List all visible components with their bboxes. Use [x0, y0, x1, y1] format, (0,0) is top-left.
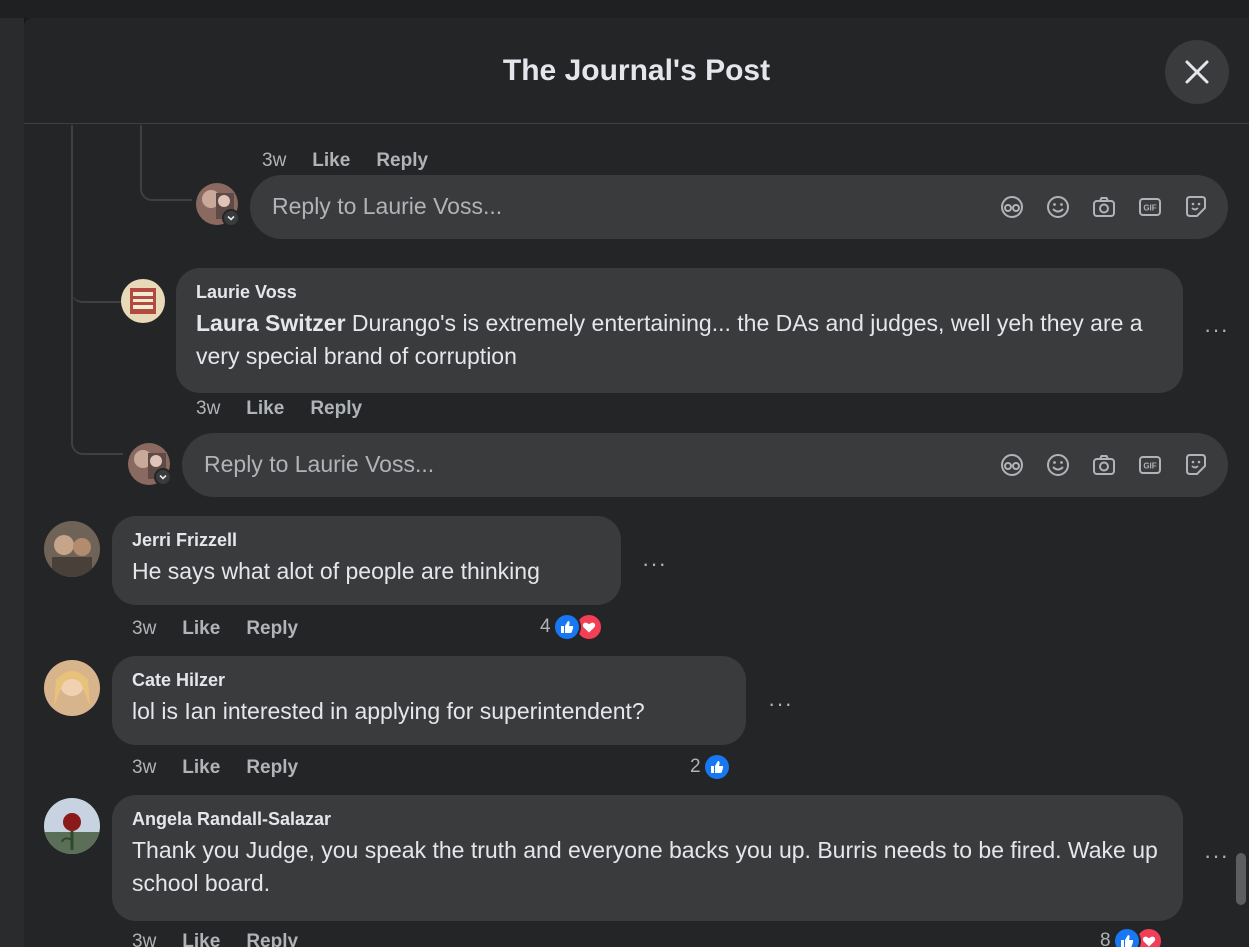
scrollbar-thumb[interactable]	[1236, 853, 1246, 905]
reply-input-tools: GIF	[998, 193, 1210, 221]
like-reaction-icon	[552, 613, 581, 641]
thread-elbow-outer	[71, 275, 123, 303]
camera-icon[interactable]	[1090, 193, 1118, 221]
comment-more-button[interactable]: ···	[1204, 845, 1229, 867]
reply-button[interactable]: Reply	[246, 618, 298, 640]
reply-input-placeholder: Reply to Laurie Voss...	[204, 451, 435, 477]
reaction-count: 4	[540, 616, 551, 637]
comment-actions-laurie: 3w Like Reply	[196, 398, 362, 420]
reply-button[interactable]: Reply	[310, 398, 362, 420]
account-switch-icon[interactable]	[154, 468, 172, 486]
close-icon	[1185, 60, 1209, 84]
like-button[interactable]: Like	[182, 618, 220, 640]
like-button[interactable]: Like	[246, 398, 284, 420]
comment-more-button[interactable]: ···	[1204, 319, 1229, 341]
comment-actions-top: 3w Like Reply	[262, 150, 428, 172]
post-modal: The Journal's Post 3w Like Reply Reply t…	[24, 18, 1249, 947]
modal-title: The Journal's Post	[502, 54, 771, 87]
comment-time: 3w	[262, 150, 287, 171]
comment-author[interactable]: Cate Hilzer	[132, 670, 726, 691]
emoji-icon[interactable]	[1044, 451, 1072, 479]
close-button[interactable]	[1165, 40, 1229, 104]
comment-more-button[interactable]: ···	[642, 553, 667, 575]
like-reaction-icon	[1112, 927, 1141, 947]
comment-actions-cate: 3w Like Reply	[132, 757, 298, 779]
reaction-summary[interactable]: 8	[1100, 927, 1163, 947]
comment-time: 3w	[196, 398, 221, 419]
mention-tag[interactable]: Laura Switzer	[196, 310, 346, 336]
comment-body: lol is Ian interested in applying for su…	[132, 698, 645, 724]
reply-input-1[interactable]: Reply to Laurie Voss... GIF	[250, 175, 1228, 239]
comment-time: 3w	[132, 931, 157, 947]
modal-header: The Journal's Post	[24, 18, 1249, 124]
comment-more-button[interactable]: ···	[768, 693, 793, 715]
comment-time: 3w	[132, 757, 157, 778]
reply-button[interactable]: Reply	[376, 150, 428, 172]
sticker-icon[interactable]	[1182, 193, 1210, 221]
reply-input-2[interactable]: Reply to Laurie Voss... GIF	[182, 433, 1228, 497]
comment-author[interactable]: Angela Randall-Salazar	[132, 809, 1163, 830]
comment-actions-angela: 3w Like Reply	[132, 931, 298, 947]
camera-icon[interactable]	[1090, 451, 1118, 479]
account-switch-icon[interactable]	[222, 209, 240, 227]
commenter-avatar-cate[interactable]	[44, 660, 100, 716]
comment-author[interactable]: Jerri Frizzell	[132, 530, 601, 551]
reply-input-tools: GIF	[998, 451, 1210, 479]
reply-button[interactable]: Reply	[246, 931, 298, 947]
like-button[interactable]: Like	[182, 757, 220, 779]
sticker-icon[interactable]	[1182, 451, 1210, 479]
svg-text:GIF: GIF	[1143, 204, 1156, 213]
thread-elbow-inner	[140, 125, 192, 201]
gif-icon[interactable]: GIF	[1136, 451, 1164, 479]
comment-bubble-jerri: Jerri Frizzell He says what alot of peop…	[112, 516, 621, 605]
comment-text: Laura Switzer Durango's is extremely ent…	[196, 307, 1163, 373]
reaction-count: 8	[1100, 930, 1111, 947]
comment-bubble-angela: Angela Randall-Salazar Thank you Judge, …	[112, 795, 1183, 921]
reaction-summary[interactable]: 4	[540, 613, 603, 641]
reaction-summary[interactable]: 2	[690, 753, 731, 781]
comment-actions-jerri: 3w Like Reply	[132, 618, 298, 640]
comment-author[interactable]: Laurie Voss	[196, 282, 1163, 303]
comments-scroll-area[interactable]: 3w Like Reply Reply to Laurie Voss... GI…	[24, 125, 1249, 947]
like-button[interactable]: Like	[182, 931, 220, 947]
svg-text:GIF: GIF	[1143, 462, 1156, 471]
comment-bubble-cate: Cate Hilzer lol is Ian interested in app…	[112, 656, 746, 745]
reaction-count: 2	[690, 756, 701, 777]
reply-input-placeholder: Reply to Laurie Voss...	[272, 193, 503, 219]
commenter-avatar-angela[interactable]	[44, 798, 100, 854]
page-backdrop-top	[0, 0, 1249, 18]
commenter-avatar-laurie[interactable]	[121, 279, 165, 323]
like-button[interactable]: Like	[312, 150, 350, 172]
avatar-sticker-icon[interactable]	[998, 193, 1026, 221]
like-reaction-icon	[702, 753, 731, 781]
gif-icon[interactable]: GIF	[1136, 193, 1164, 221]
emoji-icon[interactable]	[1044, 193, 1072, 221]
page-backdrop	[0, 0, 24, 947]
comment-bubble-laurie: Laurie Voss Laura Switzer Durango's is e…	[176, 268, 1183, 393]
comment-body: Thank you Judge, you speak the truth and…	[132, 837, 1158, 896]
commenter-avatar-jerri[interactable]	[44, 521, 100, 577]
comment-time: 3w	[132, 618, 157, 639]
avatar-sticker-icon[interactable]	[998, 451, 1026, 479]
reply-button[interactable]: Reply	[246, 757, 298, 779]
comment-body: He says what alot of people are thinking	[132, 558, 540, 584]
thread-elbow-reply2	[71, 415, 123, 455]
thread-line-outer	[71, 125, 73, 415]
